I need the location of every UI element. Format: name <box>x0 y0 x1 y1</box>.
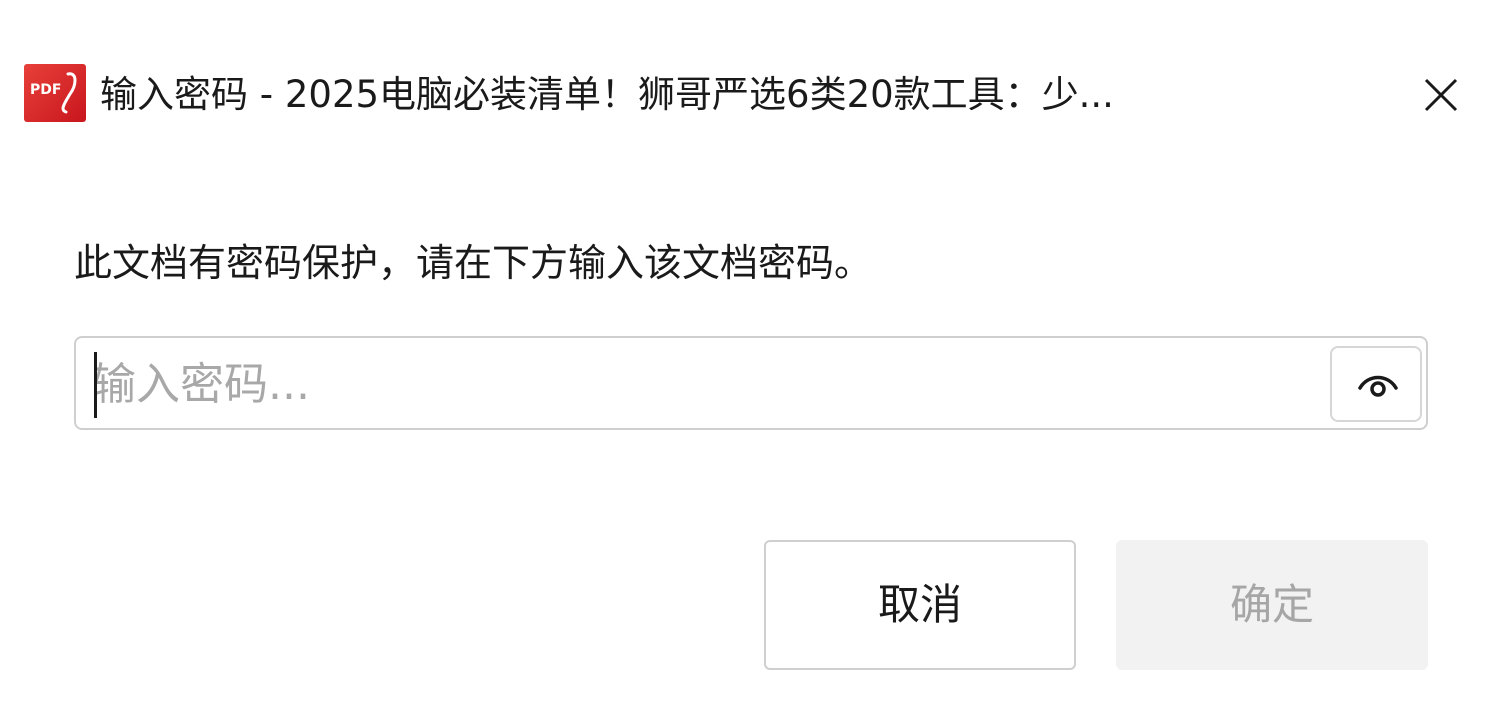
text-caret <box>94 352 97 418</box>
window-title: 输入密码 - 2025电脑必装清单！狮哥严选6类20款工具：少... <box>100 73 1114 116</box>
close-button[interactable] <box>1412 66 1470 124</box>
show-password-button[interactable] <box>1330 346 1422 422</box>
close-icon <box>1424 78 1458 112</box>
password-dialog: PDF 输入密码 - 2025电脑必装清单！狮哥严选6类20款工具：少... 此… <box>0 0 1500 722</box>
pen-stroke-icon <box>61 72 77 114</box>
eye-icon <box>1358 375 1398 397</box>
cancel-button[interactable]: 取消 <box>764 540 1076 670</box>
password-prompt-message: 此文档有密码保护，请在下方输入该文档密码。 <box>74 241 873 285</box>
pdf-app-icon: PDF <box>24 64 86 122</box>
password-field <box>74 336 1428 430</box>
password-input[interactable] <box>92 350 1312 418</box>
confirm-button[interactable]: 确定 <box>1116 540 1428 670</box>
